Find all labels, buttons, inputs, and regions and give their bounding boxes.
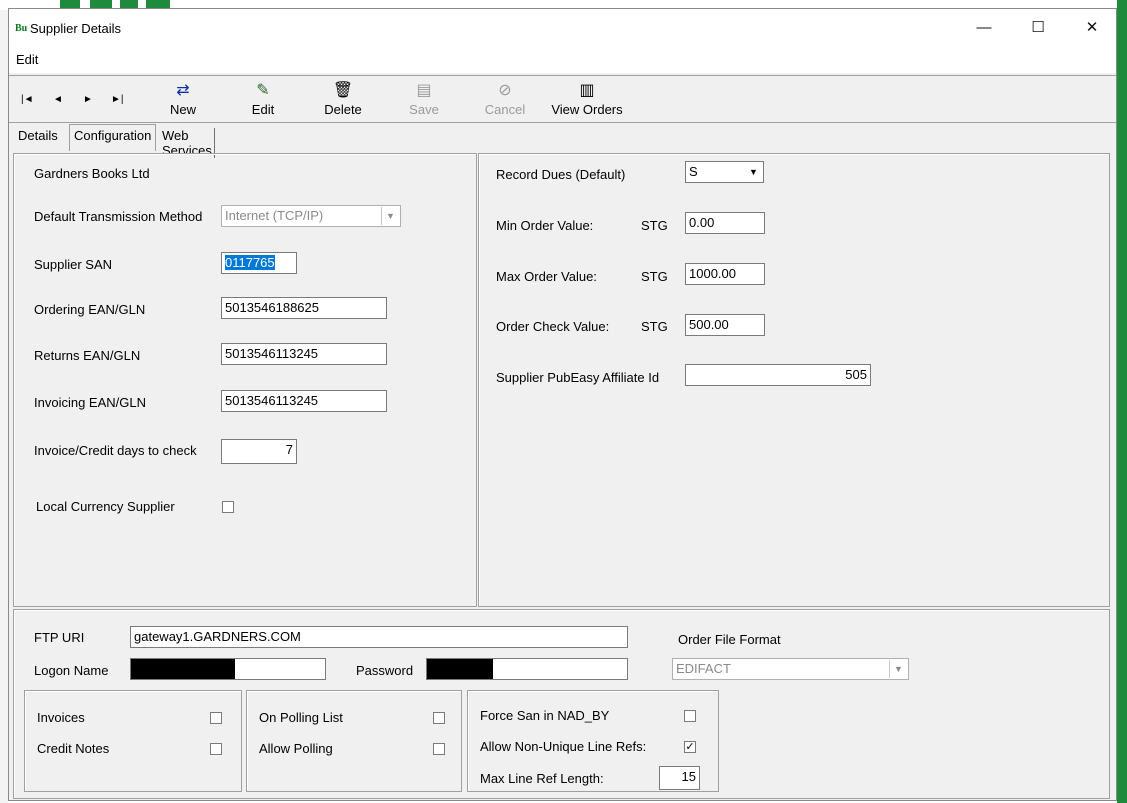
trash-icon: 🗑 bbox=[332, 82, 354, 99]
window-title: Supplier Details bbox=[30, 21, 122, 36]
ftp-settings-panel: FTP URI gateway1.GARDNERS.COM Logon Name… bbox=[13, 609, 1110, 799]
line-refs-group: Force San in NAD_BY Allow Non-Unique Lin… bbox=[467, 690, 719, 792]
pubeasy-field[interactable]: 505 bbox=[685, 364, 871, 386]
supplier-config-panel: Gardners Books Ltd Default Transmission … bbox=[13, 153, 477, 607]
chevron-down-icon: ▼ bbox=[749, 167, 758, 177]
cancel-icon: ⊘ bbox=[498, 82, 512, 99]
last-record-button[interactable]: ►| bbox=[111, 94, 124, 105]
next-record-button[interactable]: ► bbox=[83, 94, 93, 105]
ordering-ean-label: Ordering EAN/GLN bbox=[34, 302, 146, 317]
save-icon: ▤ bbox=[416, 82, 432, 99]
password-label: Password bbox=[356, 663, 414, 678]
chevron-down-icon: ▼ bbox=[889, 660, 907, 678]
ftp-uri-field[interactable]: gateway1.GARDNERS.COM bbox=[130, 626, 628, 648]
ftp-uri-label: FTP URI bbox=[34, 630, 85, 645]
edit-button[interactable]: ✎ Edit bbox=[233, 80, 293, 117]
record-dues-label: Record Dues (Default) bbox=[496, 167, 626, 182]
supplier-details-window: Bu Supplier Details — ☐ ✕ Edit |◄ ◄ ► ►|… bbox=[8, 8, 1117, 801]
app-icon: Bu bbox=[15, 23, 28, 34]
menu-bar: Edit bbox=[9, 47, 1116, 73]
title-bar: Bu Supplier Details — ☐ ✕ bbox=[9, 9, 1116, 47]
record-dues-select[interactable]: S ▼ bbox=[685, 161, 764, 183]
credit-notes-checkbox[interactable] bbox=[210, 743, 222, 755]
polling-list-checkbox[interactable] bbox=[433, 712, 445, 724]
max-order-field[interactable]: 1000.00 bbox=[685, 263, 765, 285]
invoicing-ean-label: Invoicing EAN/GLN bbox=[34, 395, 146, 410]
credit-days-label: Invoice/Credit days to check bbox=[34, 443, 197, 458]
logon-name-label: Logon Name bbox=[34, 663, 109, 678]
supplier-san-field[interactable]: 0117765 bbox=[221, 252, 297, 274]
pubeasy-label: Supplier PubEasy Affiliate Id bbox=[496, 370, 660, 385]
invoices-label: Invoices bbox=[37, 710, 85, 725]
order-check-label: Order Check Value: bbox=[496, 319, 610, 334]
save-button[interactable]: ▤ Save bbox=[394, 80, 454, 117]
new-icon: ⇄ bbox=[176, 82, 190, 99]
order-check-currency: STG bbox=[641, 319, 668, 334]
local-currency-label: Local Currency Supplier bbox=[36, 499, 175, 514]
new-button[interactable]: ⇄ New bbox=[153, 80, 213, 117]
maximize-button[interactable]: ☐ bbox=[1015, 9, 1061, 47]
supplier-name: Gardners Books Ltd bbox=[34, 166, 150, 181]
order-check-field[interactable]: 500.00 bbox=[685, 314, 765, 336]
close-button[interactable]: ✕ bbox=[1069, 9, 1115, 47]
returns-ean-field[interactable]: 5013546113245 bbox=[221, 343, 387, 365]
redacted-mask bbox=[131, 659, 235, 679]
menu-edit[interactable]: Edit bbox=[16, 52, 38, 67]
min-order-currency: STG bbox=[641, 218, 668, 233]
force-san-checkbox[interactable] bbox=[684, 710, 696, 722]
tab-details[interactable]: Details bbox=[18, 128, 58, 143]
tab-configuration[interactable]: Configuration bbox=[69, 124, 157, 151]
order-file-format-select[interactable]: EDIFACT ▼ bbox=[672, 658, 909, 680]
redacted-mask bbox=[427, 659, 493, 679]
chevron-down-icon: ▼ bbox=[381, 207, 399, 225]
cancel-button[interactable]: ⊘ Cancel bbox=[475, 80, 535, 117]
first-record-button[interactable]: |◄ bbox=[21, 94, 34, 105]
returns-ean-label: Returns EAN/GLN bbox=[34, 348, 141, 363]
documents-group: Invoices Credit Notes bbox=[24, 690, 242, 792]
delete-button[interactable]: 🗑 Delete bbox=[313, 80, 373, 117]
max-order-label: Max Order Value: bbox=[496, 269, 597, 284]
allow-polling-label: Allow Polling bbox=[259, 741, 333, 756]
max-line-ref-field[interactable]: 15 bbox=[659, 766, 700, 790]
password-field[interactable] bbox=[426, 658, 628, 680]
invoicing-ean-field[interactable]: 5013546113245 bbox=[221, 390, 387, 412]
min-order-label: Min Order Value: bbox=[496, 218, 594, 233]
polling-group: On Polling List Allow Polling bbox=[246, 690, 462, 792]
supplier-san-label: Supplier SAN bbox=[34, 257, 113, 272]
credit-notes-label: Credit Notes bbox=[37, 741, 110, 756]
force-san-label: Force San in NAD_BY bbox=[480, 708, 610, 723]
ordering-ean-field[interactable]: 5013546188625 bbox=[221, 297, 387, 319]
view-orders-button[interactable]: ▥ View Orders bbox=[547, 80, 627, 117]
edit-icon: ✎ bbox=[256, 82, 270, 99]
transmission-method-select[interactable]: Internet (TCP/IP) ▼ bbox=[221, 205, 401, 227]
max-line-ref-label: Max Line Ref Length: bbox=[480, 771, 604, 786]
credit-days-field[interactable]: 7 bbox=[221, 439, 297, 464]
toolbar: |◄ ◄ ► ►| ⇄ New ✎ Edit 🗑 Delete ▤ Save ⊘… bbox=[9, 75, 1116, 123]
order-file-format-label: Order File Format bbox=[678, 632, 781, 647]
previous-record-button[interactable]: ◄ bbox=[53, 94, 63, 105]
invoices-checkbox[interactable] bbox=[210, 712, 222, 724]
min-order-field[interactable]: 0.00 bbox=[685, 212, 765, 234]
logon-name-field[interactable] bbox=[130, 658, 326, 680]
max-order-currency: STG bbox=[641, 269, 668, 284]
non-unique-refs-label: Allow Non-Unique Line Refs: bbox=[480, 739, 647, 754]
transmission-method-label: Default Transmission Method bbox=[34, 209, 203, 224]
non-unique-refs-checkbox[interactable]: ✓ bbox=[684, 741, 696, 753]
polling-list-label: On Polling List bbox=[259, 710, 343, 725]
background-left bbox=[0, 0, 8, 803]
background-right bbox=[1117, 0, 1127, 803]
allow-polling-checkbox[interactable] bbox=[433, 743, 445, 755]
orders-icon: ▥ bbox=[579, 82, 595, 99]
minimize-button[interactable]: — bbox=[961, 9, 1007, 47]
order-settings-panel: Record Dues (Default) S ▼ Min Order Valu… bbox=[478, 153, 1110, 607]
local-currency-checkbox[interactable] bbox=[222, 501, 234, 513]
